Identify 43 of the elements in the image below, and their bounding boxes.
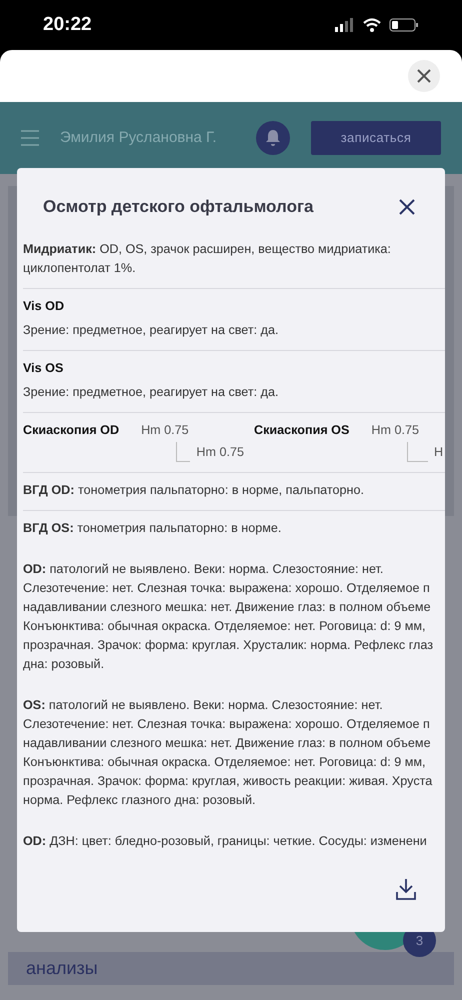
section-heading: Vis OD (23, 298, 64, 315)
signup-button[interactable]: записаться (311, 121, 441, 155)
section-bar[interactable]: анализы (8, 952, 454, 985)
close-icon (417, 69, 431, 83)
user-name: Эмилия Руслановна Г. (60, 128, 218, 148)
wifi-icon (362, 18, 382, 32)
text-line: Зрение: предметное, реагирует на свет: да. (23, 322, 278, 339)
text-line: ВГД OD: тонометрия пальпаторно: в норме, пальпаторно. (23, 482, 364, 499)
notification-button[interactable] (256, 121, 290, 155)
text-line: Мидриатик: OD, OS, зрачок расширен, вещество мидриатика: (23, 241, 391, 258)
battery-icon (390, 18, 418, 32)
download-icon[interactable] (396, 878, 416, 900)
close-button[interactable] (408, 60, 440, 92)
skiascopy-label: Скиаскопия OD (23, 422, 120, 439)
text-line: прозрачная. Зрачок: форма: круглая, живость реакции: живая. Хруста (23, 773, 432, 790)
text-line: OS: патологий не выявлено. Веки: норма. Слезостояние: нет. (23, 697, 383, 714)
text-line: Слезотечение: нет. Слезная точка: выражена: хорошо. Отделяемое п (23, 716, 430, 733)
skiascopy-label: Скиаскопия OS (254, 422, 350, 439)
text-line: OD: ДЗН: цвет: бледно-розовый, границы: четкие. Сосуды: изменени (23, 833, 427, 850)
text-line: надавливании слезного мешка: нет. Движение глаз: в полном объеме (23, 599, 431, 616)
section-heading: Vis OS (23, 360, 64, 377)
bracket-icon (176, 442, 190, 462)
text-line: OD: патологий не выявлено. Веки: норма. Слезостояние: нет. (23, 561, 384, 578)
signal-icon (335, 18, 353, 32)
skiascopy-value: Hm 0.75 (371, 422, 419, 439)
text-line: норма. Рефлекс глазного дна: розовый. (23, 792, 256, 809)
skiascopy-value: Hm 0.75 (196, 444, 244, 461)
close-icon[interactable] (399, 199, 415, 215)
text-line: дна: розовый. (23, 656, 104, 673)
skiascopy-value: H (434, 444, 444, 461)
text-line: ВГД OS: тонометрия пальпаторно: в норме. (23, 520, 282, 537)
text-line: надавливании слезного мешка: нет. Движение глаз: в полном объеме (23, 735, 431, 752)
text-line: Слезотечение: нет. Слезная точка: выражена: хорошо. Отделяемое п (23, 580, 430, 597)
text-line: прозрачная. Зрачок: форма: круглая. Хрусталик: норма. Рефлекс глаз (23, 637, 434, 654)
skiascopy-value: Hm 0.75 (141, 422, 189, 439)
bracket-icon (407, 442, 428, 462)
text-line: циклопентолат 1%. (23, 260, 136, 277)
bell-icon (265, 129, 281, 147)
text-line: Конъюнктива: обычная окраска. Отделяемое: нет. Роговица: d: 9 мм, (23, 754, 426, 771)
status-time: 20:22 (43, 12, 92, 37)
text-line: Конъюнктива: обычная окраска. Отделяемое: нет. Роговица: d: 9 мм, (23, 618, 426, 635)
modal-title: Осмотр детского офтальмолога (43, 196, 314, 218)
text-line: Зрение: предметное, реагирует на свет: да. (23, 384, 278, 401)
